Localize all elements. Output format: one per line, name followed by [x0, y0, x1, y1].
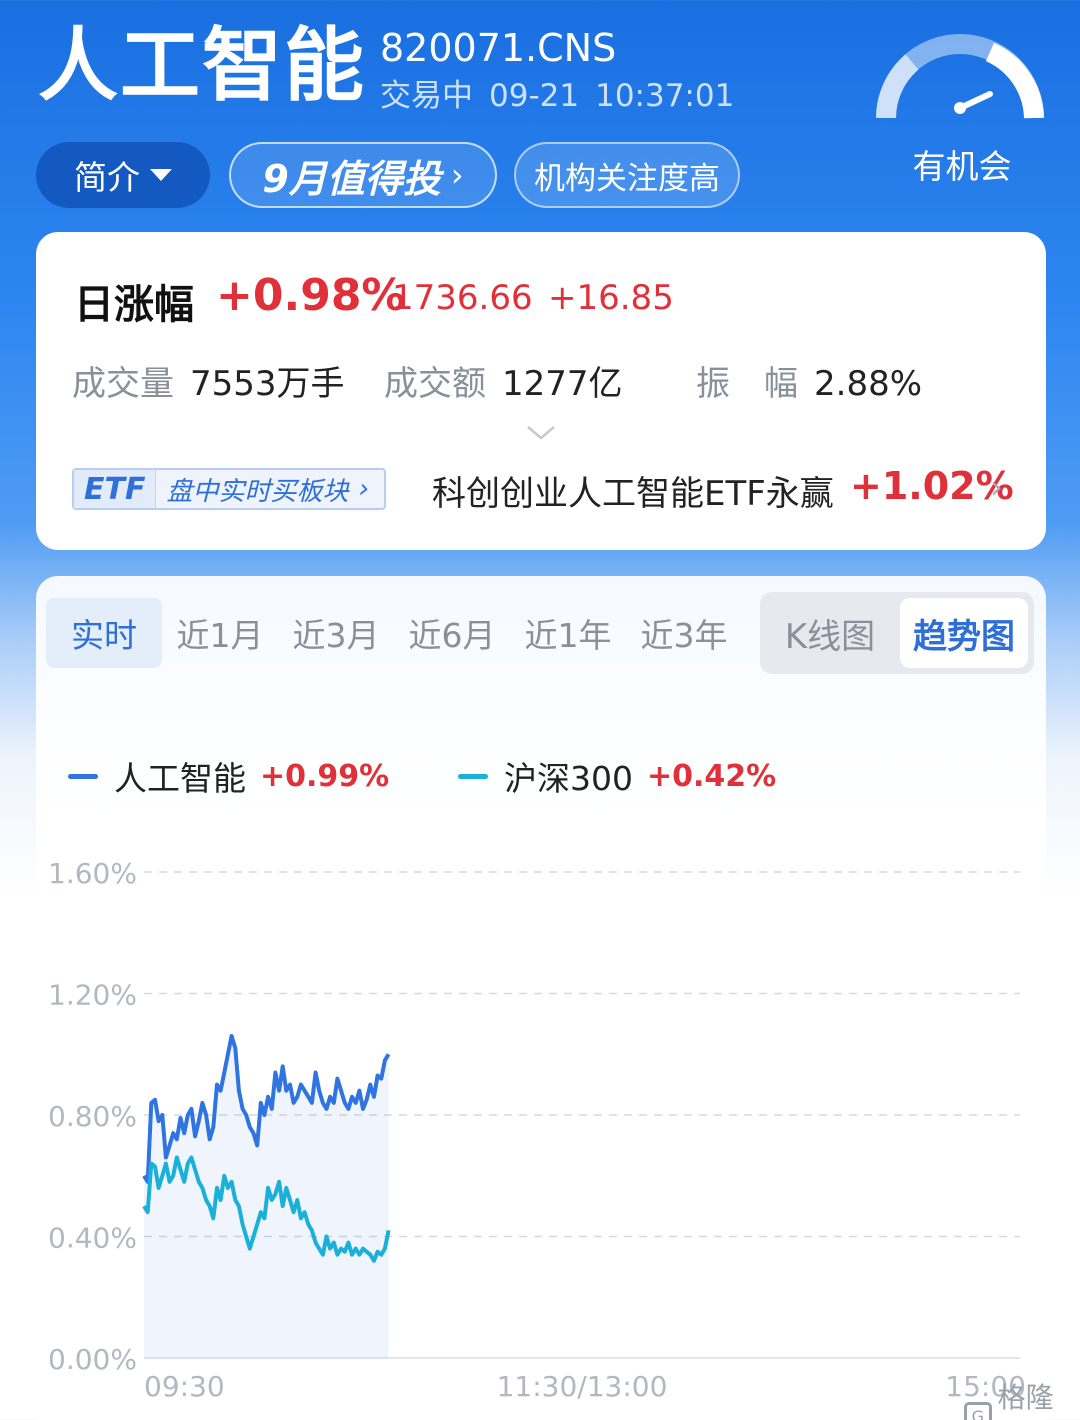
tab-6-month[interactable]: 近6月 [394, 598, 510, 668]
daily-change-percent: +0.98% [216, 270, 406, 321]
tab-1-year[interactable]: 近1年 [510, 598, 626, 668]
x-tick-label: 11:30/13:00 [497, 1370, 668, 1403]
amplitude-value: 2.88% [814, 364, 923, 404]
legend-percent: +0.99% [260, 758, 390, 794]
y-tick-label: 1.20% [48, 979, 137, 1012]
trend-chart[interactable]: 1.60% 1.20% 0.80% 0.40% 0.00%09:30 11:30/13:0… [36, 826, 1046, 1420]
price-change: +16.85 [548, 278, 674, 318]
tab-3-month[interactable]: 近3月 [278, 598, 394, 668]
legend-swatch [68, 773, 98, 779]
chevron-right-icon: › [450, 156, 464, 194]
etf-name[interactable]: 科创创业人工智能ETF永赢 [432, 466, 834, 515]
intro-button[interactable]: 简介 [36, 142, 210, 208]
header: 人工智能 820071.CNS 交易中 09-21 10:37:01 有机会 简介 … [0, 0, 1080, 230]
status-text: 交易中 [380, 78, 473, 114]
y-tick-label: 0.80% [48, 1100, 137, 1133]
volume-stat: 成交量 7553万手 [72, 356, 345, 405]
watermark: G 格隆汇 [964, 1376, 1080, 1420]
trade-date: 09-21 [489, 78, 580, 114]
chart-mode-switch: K线图 趋势图 [760, 592, 1034, 674]
legend-percent: +0.42% [647, 758, 777, 794]
gauge-label[interactable]: 有机会 [880, 140, 1044, 188]
watermark-text: 格隆汇 [997, 1381, 1054, 1414]
index-code: 820071.CNS [380, 26, 617, 70]
watermark-logo-icon: G [964, 1402, 992, 1420]
legend-swatch [458, 773, 488, 779]
chevron-right-icon: › [358, 474, 369, 504]
opportunity-gauge-icon[interactable] [872, 30, 1048, 130]
amplitude-stat: 振 幅 2.88% [696, 356, 922, 405]
tab-3-year[interactable]: 近3年 [626, 598, 742, 668]
turnover-stat: 成交额 1277亿 [384, 356, 623, 405]
intro-label: 简介 [74, 158, 140, 197]
period-tabs: 实时 近1月 近3月 近6月 近1年 近3年 [46, 598, 742, 668]
tab-1-month[interactable]: 近1月 [162, 598, 278, 668]
etf-realtime-badge[interactable]: ETF 盘中实时买板块 › [72, 468, 386, 510]
page-title: 人工智能 [38, 19, 366, 112]
legend-name: 沪深300 [504, 759, 633, 798]
volume-value: 7553万手 [190, 364, 345, 404]
volume-label: 成交量 [72, 364, 174, 404]
chart-card: 实时 近1月 近3月 近6月 近1年 近3年 K线图 趋势图 人工智能 +0.9… [36, 576, 1046, 1420]
institution-focus-label: 机构关注度高 [534, 160, 720, 197]
institution-focus-tag[interactable]: 机构关注度高 [514, 142, 740, 208]
x-tick-label: 09:30 [144, 1370, 225, 1403]
etf-badge-label: ETF [74, 470, 157, 508]
etf-badge-text: 盘中实时买板块 [166, 476, 349, 507]
quote-card: 日涨幅 +0.98% 1736.66 +16.85 成交量 7553万手 成交额 1… [36, 232, 1046, 550]
legend-item-hs300: 沪深300 +0.42% [458, 752, 776, 800]
y-tick-label: 0.00% [48, 1343, 137, 1376]
turnover-value: 1277亿 [502, 364, 623, 404]
september-invest-label: 9月值得投 [262, 156, 441, 201]
legend-item-ai: 人工智能 +0.99% [68, 752, 389, 800]
daily-change-label: 日涨幅 [74, 282, 194, 328]
trade-time: 10:37:01 [595, 78, 735, 114]
turnover-label: 成交额 [384, 364, 486, 404]
tab-realtime[interactable]: 实时 [46, 598, 162, 668]
september-invest-button[interactable]: 9月值得投 › [229, 142, 497, 208]
y-tick-label: 1.60% [48, 857, 137, 890]
kline-mode-button[interactable]: K线图 [766, 598, 894, 668]
expand-chevron-icon[interactable] [526, 418, 556, 448]
index-price: 1736.66 [392, 278, 533, 318]
trend-mode-button[interactable]: 趋势图 [900, 598, 1028, 668]
chevron-right-icon[interactable]: › [990, 468, 1003, 506]
trade-status: 交易中 09-21 10:37:01 [380, 76, 750, 116]
legend-name: 人工智能 [114, 759, 246, 798]
amplitude-label: 振 幅 [696, 364, 798, 404]
caret-down-icon [150, 169, 172, 181]
y-tick-label: 0.40% [48, 1222, 137, 1255]
